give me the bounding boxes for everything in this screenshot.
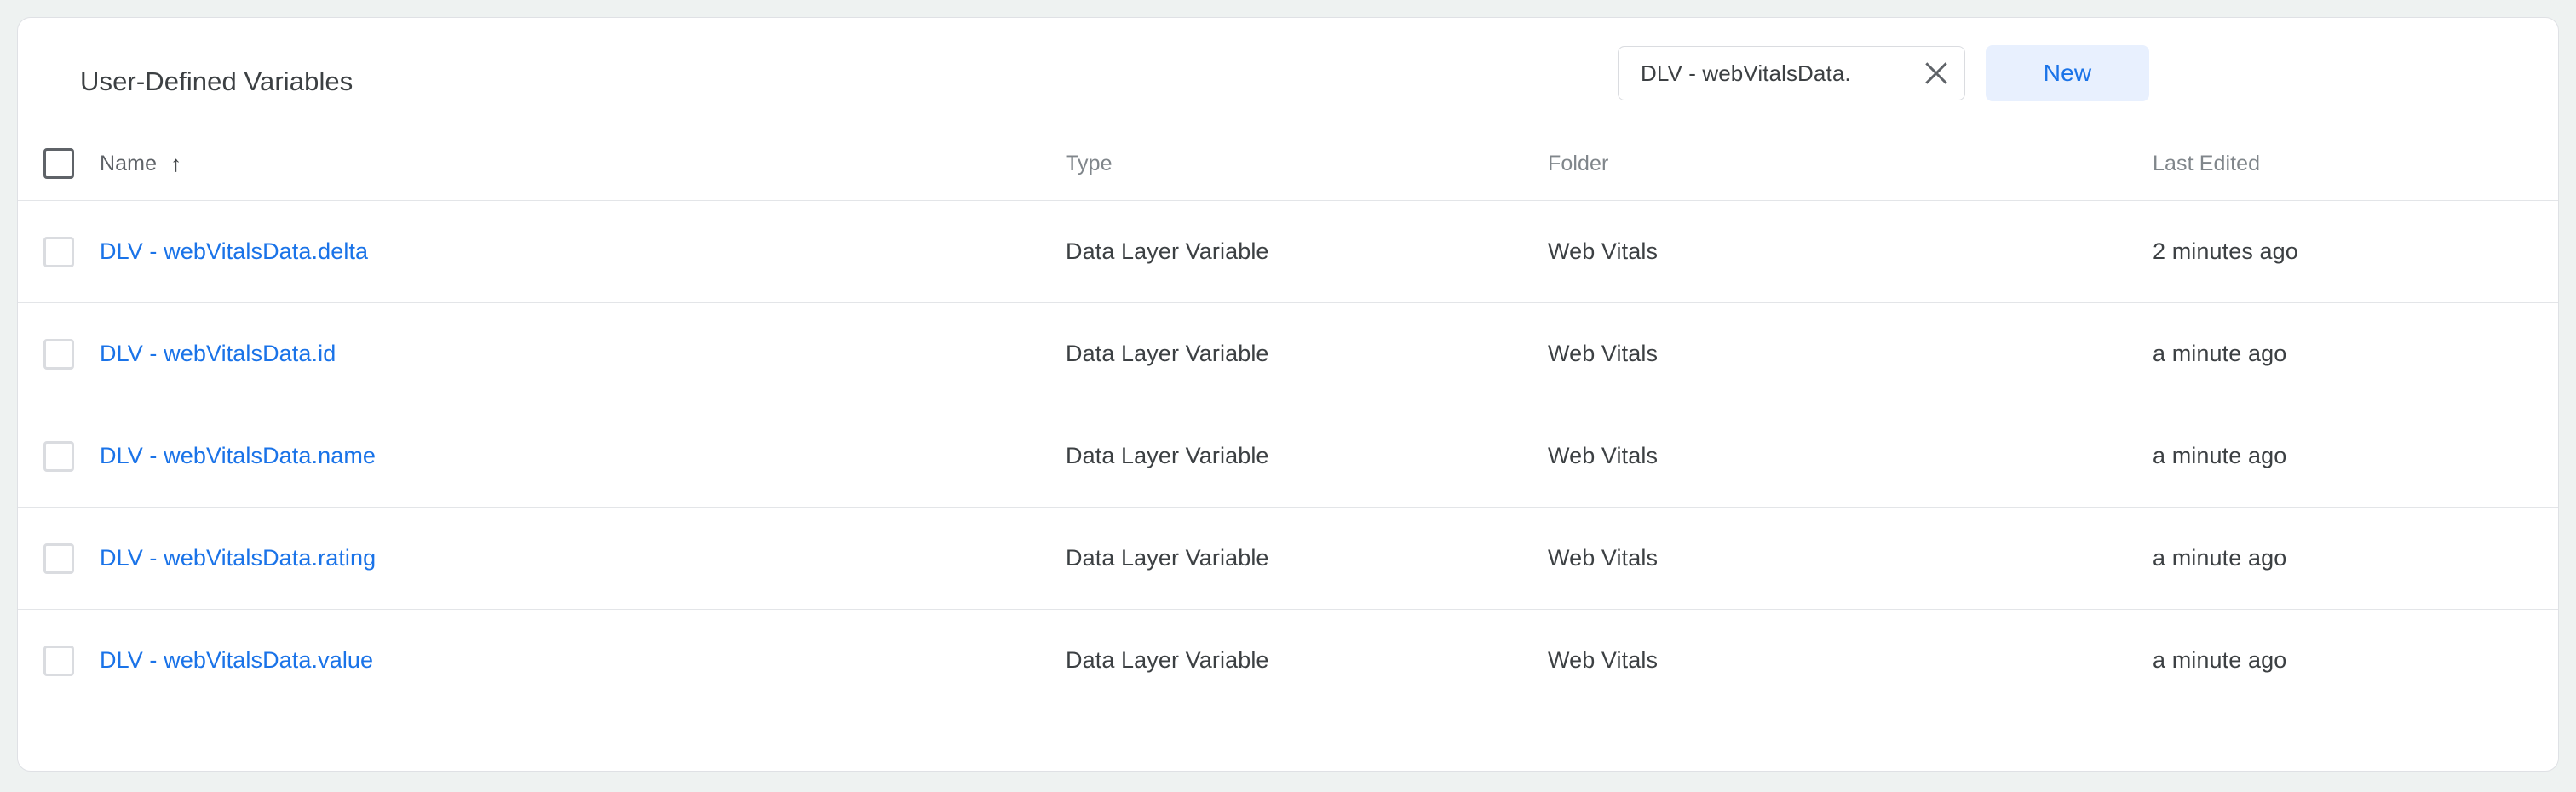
row-select-cell: [18, 236, 100, 267]
row-folder-cell: Web Vitals: [1548, 545, 1659, 571]
row-type-cell: Data Layer Variable: [1066, 647, 1269, 673]
row-name-cell: DLV - webVitalsData.rating: [100, 545, 1066, 571]
row-checkbox[interactable]: [43, 338, 74, 370]
close-icon: [1922, 59, 1951, 88]
variable-name-link[interactable]: DLV - webVitalsData.id: [100, 341, 336, 367]
row-checkbox[interactable]: [43, 542, 74, 574]
variable-name-link[interactable]: DLV - webVitalsData.name: [100, 443, 376, 469]
select-all-checkbox[interactable]: [43, 148, 74, 179]
row-folder-cell: Web Vitals: [1548, 341, 1659, 366]
row-last-edited-cell: a minute ago: [2153, 647, 2287, 673]
arrow-up-icon: ↑: [170, 151, 182, 176]
row-type-cell: Data Layer Variable: [1066, 341, 1269, 366]
column-header-last-edited[interactable]: Last Edited: [2153, 152, 2558, 176]
column-header-type[interactable]: Type: [1066, 152, 1548, 176]
row-checkbox[interactable]: [43, 440, 74, 472]
column-header-name-label: Name: [100, 151, 158, 175]
row-name-cell: DLV - webVitalsData.id: [100, 341, 1066, 367]
row-select-cell: [18, 440, 100, 472]
row-type-cell: Data Layer Variable: [1066, 443, 1269, 468]
row-select-cell: [18, 338, 100, 370]
search-input[interactable]: [1619, 60, 1912, 87]
table-row[interactable]: DLV - webVitalsData.value Data Layer Var…: [18, 609, 2558, 711]
row-last-edited-cell: a minute ago: [2153, 341, 2287, 366]
select-all-cell: [18, 148, 100, 179]
variable-name-link[interactable]: DLV - webVitalsData.rating: [100, 545, 376, 571]
table-row[interactable]: DLV - webVitalsData.name Data Layer Vari…: [18, 405, 2558, 507]
page-title: User-Defined Variables: [80, 66, 354, 96]
row-folder-cell: Web Vitals: [1548, 443, 1659, 468]
row-type-cell: Data Layer Variable: [1066, 545, 1269, 571]
variable-name-link[interactable]: DLV - webVitalsData.value: [100, 647, 373, 674]
row-type-cell: Data Layer Variable: [1066, 238, 1269, 264]
row-folder-cell: Web Vitals: [1548, 647, 1659, 673]
variables-table: Name ↑ Type Folder Last Edited DLV - web…: [18, 127, 2558, 711]
table-header-row: Name ↑ Type Folder Last Edited: [18, 127, 2558, 200]
row-last-edited-cell: a minute ago: [2153, 443, 2287, 468]
user-defined-variables-card: User-Defined Variables New Name ↑ Type: [17, 17, 2559, 772]
column-header-name[interactable]: Name ↑: [100, 152, 1066, 176]
row-checkbox[interactable]: [43, 645, 74, 676]
column-header-folder[interactable]: Folder: [1548, 152, 2153, 176]
table-row[interactable]: DLV - webVitalsData.delta Data Layer Var…: [18, 200, 2558, 302]
search-box[interactable]: [1618, 46, 1965, 100]
row-select-cell: [18, 542, 100, 574]
clear-search-button[interactable]: [1912, 49, 1961, 98]
table-row[interactable]: DLV - webVitalsData.id Data Layer Variab…: [18, 302, 2558, 405]
row-name-cell: DLV - webVitalsData.value: [100, 647, 1066, 674]
new-button[interactable]: New: [1986, 45, 2149, 101]
row-folder-cell: Web Vitals: [1548, 238, 1659, 264]
card-header: User-Defined Variables New: [18, 18, 2558, 127]
row-select-cell: [18, 645, 100, 676]
row-last-edited-cell: 2 minutes ago: [2153, 238, 2298, 264]
row-last-edited-cell: a minute ago: [2153, 545, 2287, 571]
row-checkbox[interactable]: [43, 236, 74, 267]
row-name-cell: DLV - webVitalsData.name: [100, 443, 1066, 469]
variable-name-link[interactable]: DLV - webVitalsData.delta: [100, 238, 368, 265]
row-name-cell: DLV - webVitalsData.delta: [100, 238, 1066, 265]
table-row[interactable]: DLV - webVitalsData.rating Data Layer Va…: [18, 507, 2558, 609]
